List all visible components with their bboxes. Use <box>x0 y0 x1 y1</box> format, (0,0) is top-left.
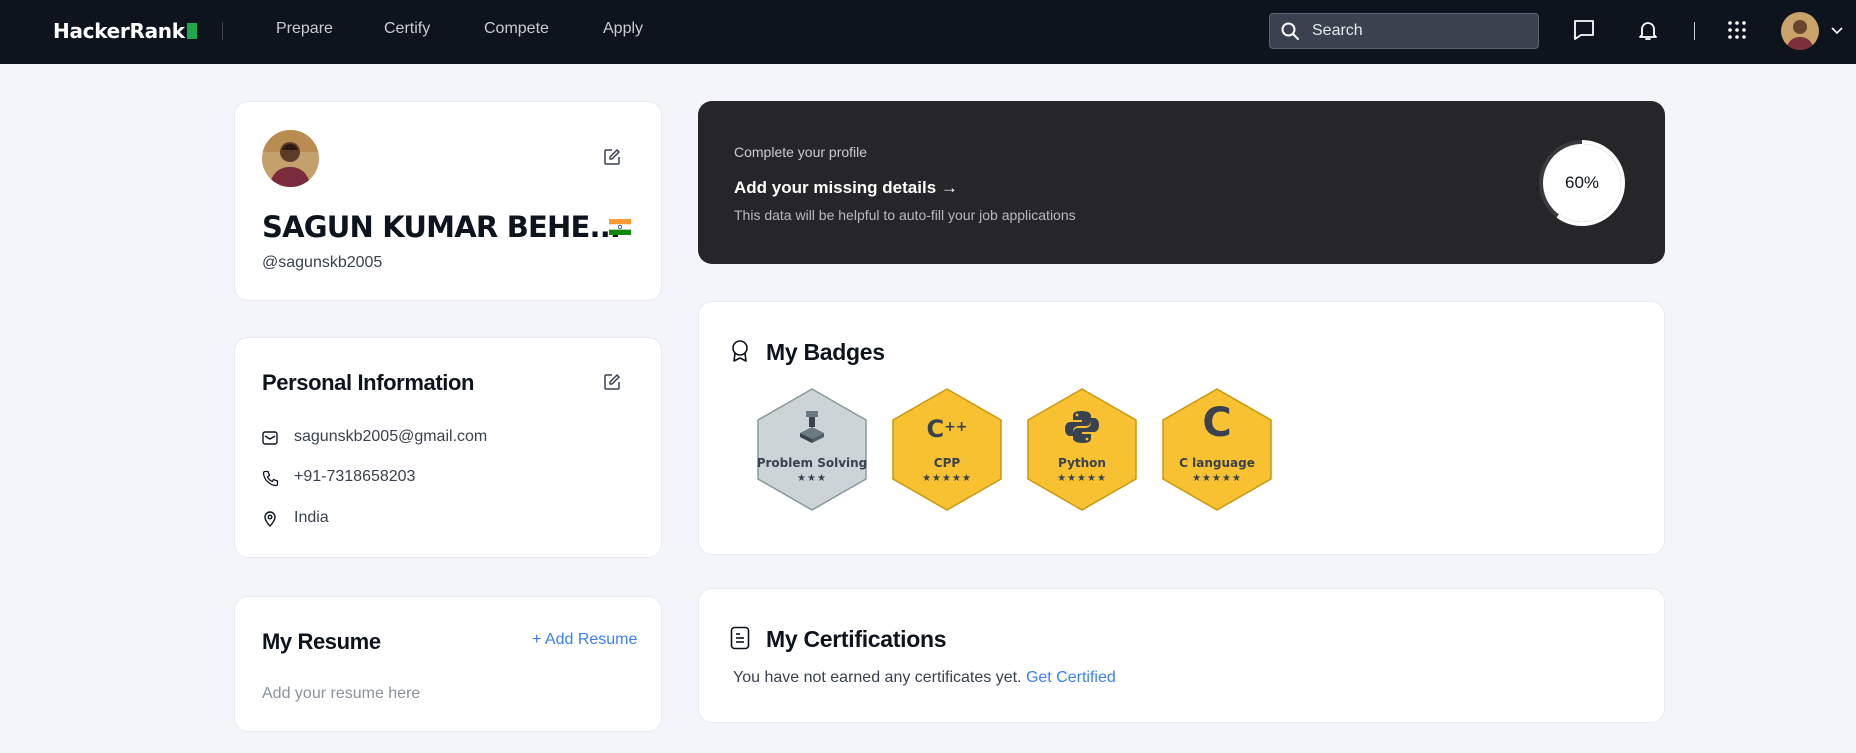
badge-stars: ★★★★★ <box>922 473 972 484</box>
complete-profile-subtitle: This data will be helpful to auto-fill y… <box>734 207 1076 223</box>
location-pin-icon <box>264 511 276 527</box>
personal-info-title: Personal Information <box>262 370 475 395</box>
badges-title: My Badges <box>766 339 885 365</box>
phone-icon <box>262 470 279 487</box>
apps-grid-icon[interactable] <box>1727 20 1747 40</box>
progress-percent: 60% <box>1564 173 1600 192</box>
personal-info-card: Personal Information sagunskb2005@gmail.… <box>234 337 662 558</box>
nav-link-apply[interactable]: Apply <box>603 20 643 38</box>
email-value: sagunskb2005@gmail.com <box>294 428 488 445</box>
notification-bell-icon[interactable] <box>1636 18 1660 42</box>
top-navbar: HackerRank Prepare Certify Compete Apply <box>0 0 1856 64</box>
complete-profile-label: Complete your profile <box>734 144 868 160</box>
nav-divider <box>222 22 223 40</box>
certificate-document-icon <box>730 626 750 650</box>
search-box[interactable] <box>1269 13 1539 49</box>
chevron-down-icon[interactable] <box>1830 23 1844 37</box>
nav-link-certify[interactable]: Certify <box>384 20 430 38</box>
add-resume-button[interactable]: + Add Resume <box>532 631 637 649</box>
certifications-empty-text: You have not earned any certificates yet… <box>733 669 1116 686</box>
hackerrank-logo[interactable]: HackerRank <box>53 19 197 43</box>
chat-icon[interactable] <box>1572 18 1596 42</box>
edit-profile-icon[interactable] <box>603 148 621 166</box>
c-language-logo-icon: C <box>1202 400 1232 446</box>
nav-link-prepare[interactable]: Prepare <box>276 20 333 38</box>
nav-divider-right <box>1694 22 1695 40</box>
resume-card: My Resume + Add Resume Add your resume h… <box>234 596 662 732</box>
user-avatar-menu[interactable] <box>1781 12 1819 50</box>
avatar <box>262 130 319 187</box>
logo-square-icon <box>186 23 197 39</box>
nav-link-compete[interactable]: Compete <box>484 20 549 38</box>
badges-card: My Badges Problem Solving ★★★ C++ CPP ★★… <box>698 301 1665 555</box>
resume-title: My Resume <box>262 629 381 654</box>
profile-progress-ring: 60% <box>1536 137 1628 229</box>
complete-profile-banner: Complete your profile Add your missing d… <box>698 101 1665 264</box>
badge-cpp[interactable]: C++ CPP ★★★★★ <box>890 387 1004 512</box>
badge-problem-solving[interactable]: Problem Solving ★★★ <box>755 387 869 512</box>
avatar-image <box>1781 12 1819 50</box>
india-flag-icon <box>609 219 631 235</box>
arrow-right-icon: → <box>940 178 958 197</box>
profile-card: SAGUN KUMAR BEHE... @sagunskb2005 <box>234 101 662 301</box>
certifications-title: My Certifications <box>766 626 947 652</box>
badge-stars: ★★★ <box>797 473 827 484</box>
python-logo-icon <box>1065 411 1099 443</box>
badge-ribbon-icon <box>732 340 748 362</box>
badge-python[interactable]: Python ★★★★★ <box>1025 387 1139 512</box>
search-icon <box>1281 22 1299 40</box>
add-missing-details-link[interactable]: Add your missing details → <box>734 178 958 198</box>
certifications-card: My Certifications You have not earned an… <box>698 588 1665 723</box>
badge-stars: ★★★★★ <box>1057 473 1107 484</box>
badge-c-language[interactable]: C C language ★★★★★ <box>1160 387 1274 512</box>
badge-stars: ★★★★★ <box>1192 473 1242 484</box>
cpp-logo-icon: C++ <box>926 415 968 443</box>
resume-hint: Add your resume here <box>262 685 421 702</box>
edit-personal-info-icon[interactable] <box>603 373 621 391</box>
email-icon <box>262 431 278 445</box>
profile-handle: @sagunskb2005 <box>262 254 383 271</box>
phone-value: +91-7318658203 <box>294 468 416 485</box>
location-value: India <box>294 509 329 526</box>
get-certified-link[interactable]: Get Certified <box>1026 669 1116 686</box>
search-input[interactable] <box>1312 21 1522 41</box>
problem-solving-icon <box>800 411 824 443</box>
profile-name: SAGUN KUMAR BEHE... <box>262 210 621 244</box>
